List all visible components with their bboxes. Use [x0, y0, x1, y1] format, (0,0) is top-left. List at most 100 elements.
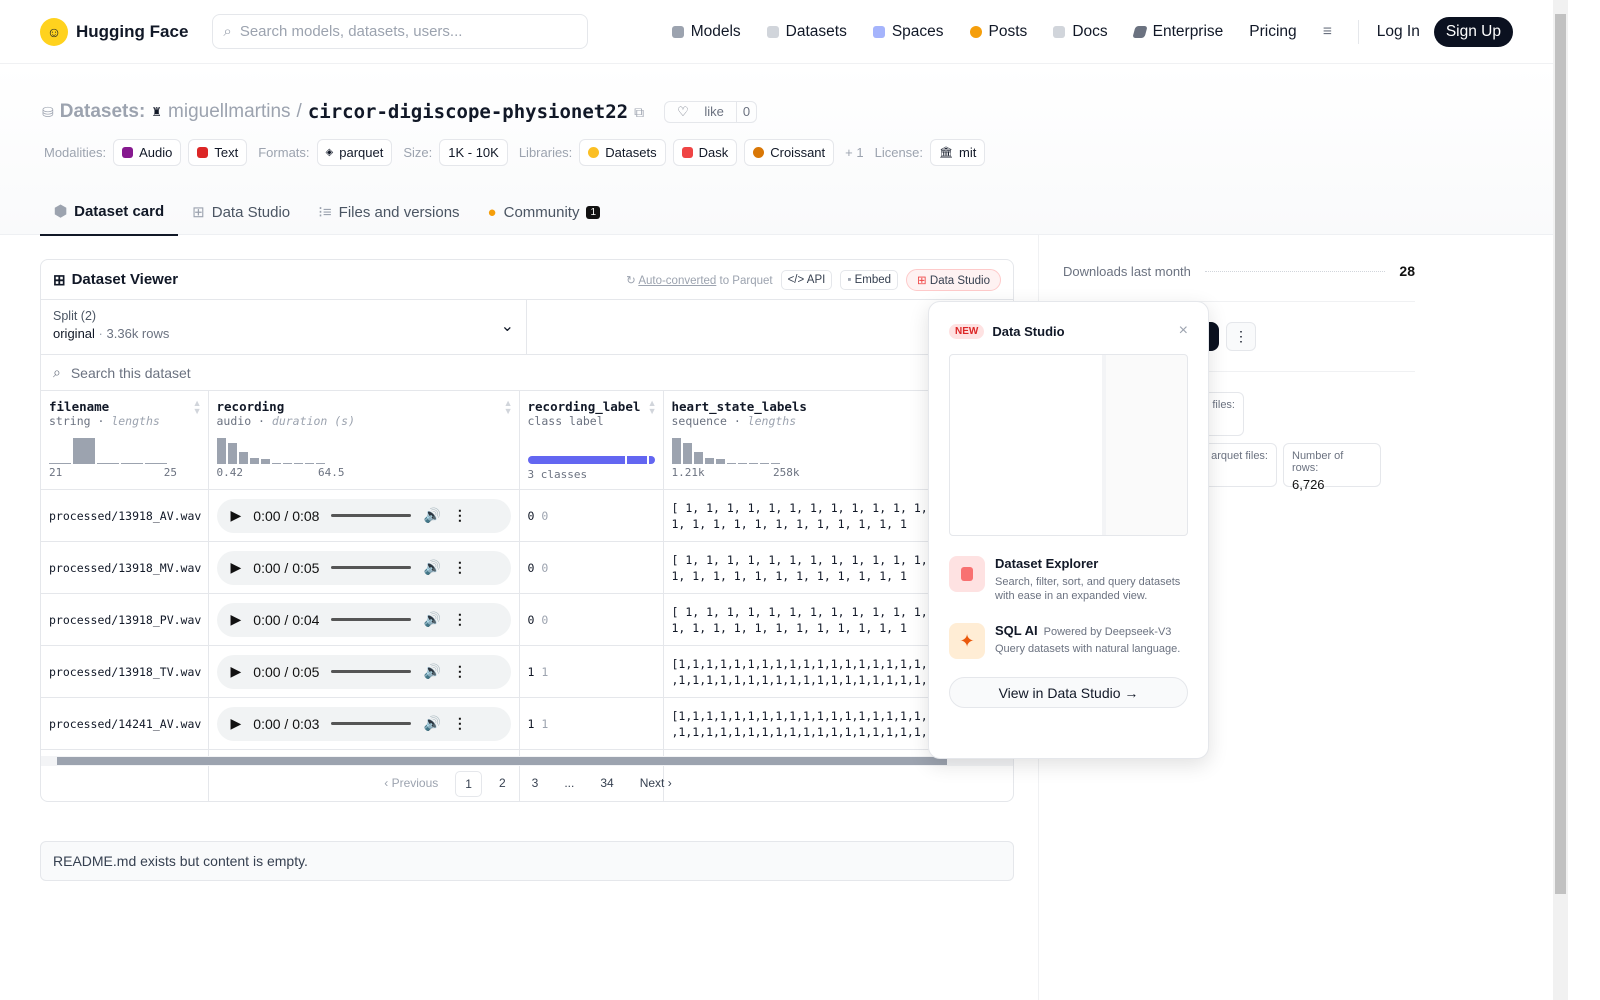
tab-data-studio[interactable]: ⊞ Data Studio	[178, 193, 304, 236]
tag-license[interactable]: 🏛 mit	[930, 139, 986, 166]
page-34[interactable]: 34	[591, 771, 622, 797]
nav-posts[interactable]: Posts	[969, 23, 1027, 41]
owner-link[interactable]: miguellmartins	[168, 101, 290, 123]
audio-player[interactable]: ▶ 0:00 / 0:04 🔊 ⋮	[216, 602, 511, 637]
brand-logo[interactable]: ☺ Hugging Face	[40, 17, 188, 46]
login-link[interactable]: Log In	[1377, 23, 1420, 41]
section-label[interactable]: Datasets:	[60, 101, 146, 123]
auto-converted-link[interactable]: Auto-converted	[638, 275, 716, 287]
histogram-bar[interactable]	[737, 462, 747, 464]
sort-icon[interactable]: ▲ ▼	[504, 399, 513, 416]
audio-progress[interactable]	[331, 670, 412, 673]
histogram-bar[interactable]	[715, 458, 725, 464]
data-studio-button[interactable]: ⊞ Data Studio	[906, 268, 1001, 291]
search-input[interactable]: ⌕ Search models, datasets, users...	[212, 14, 589, 49]
tab-dataset-card[interactable]: ⬢ Dataset card	[40, 193, 179, 236]
like-button[interactable]: ♡ like 0	[664, 101, 758, 123]
play-icon[interactable]: ▶	[231, 559, 242, 576]
page-scrollbar[interactable]	[1553, 0, 1568, 1000]
tag-size[interactable]: 1K - 10K	[439, 139, 508, 166]
sort-icon[interactable]: ▲ ▼	[648, 399, 657, 416]
histogram-bar[interactable]	[293, 462, 303, 464]
histogram-bar[interactable]	[748, 462, 758, 464]
play-icon[interactable]: ▶	[231, 611, 242, 628]
copy-icon[interactable]: ⧉	[634, 104, 644, 121]
histogram-bar[interactable]	[271, 462, 281, 464]
audio-progress[interactable]	[331, 566, 412, 569]
page-3[interactable]: 3	[523, 771, 548, 797]
more-libraries[interactable]: + 1	[845, 145, 863, 160]
horizontal-scrollbar[interactable]	[41, 756, 1013, 766]
dataset-search-input[interactable]: ⌕ Search this dataset	[41, 355, 1013, 391]
table-row[interactable]: processed/13918_PV.wav ▶ 0:00 / 0:04 🔊 ⋮ 0 …	[41, 593, 1013, 646]
histogram-bar[interactable]	[216, 438, 226, 464]
column-header-recording[interactable]: recording audio · duration (s) 0.42 64.5 ▲…	[208, 391, 520, 490]
histogram-bar[interactable]	[671, 438, 681, 464]
view-in-data-studio-button[interactable]: View in Data Studio →	[949, 677, 1188, 708]
more-icon[interactable]: ⋮	[453, 507, 467, 524]
scrollbar-thumb[interactable]	[1555, 14, 1566, 894]
histogram-bar[interactable]	[227, 443, 237, 464]
histogram-bar[interactable]	[682, 443, 692, 464]
tag-parquet[interactable]: ◈ parquet	[316, 139, 393, 166]
play-icon[interactable]: ▶	[231, 663, 242, 680]
histogram-bar[interactable]	[726, 462, 736, 464]
previous-button[interactable]: ‹ Previous	[375, 771, 447, 797]
play-icon[interactable]: ▶	[231, 715, 242, 732]
volume-icon[interactable]: 🔊	[423, 715, 440, 732]
audio-progress[interactable]	[331, 618, 412, 621]
histogram-bar[interactable]	[73, 438, 95, 464]
table-row[interactable]: processed/13918_MV.wav ▶ 0:00 / 0:05 🔊 ⋮ 0 …	[41, 541, 1013, 594]
audio-player[interactable]: ▶ 0:00 / 0:08 🔊 ⋮	[216, 498, 511, 533]
nav-docs[interactable]: Docs	[1053, 23, 1108, 41]
nav-datasets[interactable]: Datasets	[766, 23, 847, 41]
table-row[interactable]: processed/13918_TV.wav ▶ 0:00 / 0:05 🔊 ⋮ 1 …	[41, 645, 1013, 698]
audio-player[interactable]: ▶ 0:00 / 0:05 🔊 ⋮	[216, 550, 511, 585]
tag-audio[interactable]: Audio	[113, 139, 182, 166]
dataset-name[interactable]: circor-digiscope-physionet22	[308, 101, 628, 123]
histogram-bar[interactable]	[770, 462, 780, 464]
tab-files[interactable]: ⁝≡ Files and versions	[304, 193, 473, 236]
sort-icon[interactable]: ▲ ▼	[193, 399, 202, 416]
volume-icon[interactable]: 🔊	[423, 663, 440, 680]
histogram-bar[interactable]	[704, 457, 714, 464]
next-button[interactable]: Next ›	[631, 771, 681, 797]
class-distribution[interactable]	[527, 456, 655, 464]
nav-pricing[interactable]: Pricing	[1249, 23, 1296, 41]
volume-icon[interactable]: 🔊	[423, 507, 440, 524]
histogram-bar[interactable]	[249, 457, 259, 464]
nav-spaces[interactable]: Spaces	[872, 23, 944, 41]
histogram-bar[interactable]	[693, 452, 703, 464]
table-row[interactable]: processed/13918_AV.wav ▶ 0:00 / 0:08 🔊 ⋮ 0 …	[41, 489, 1013, 542]
histogram-bar[interactable]	[282, 462, 292, 464]
more-icon[interactable]: ⋮	[453, 611, 467, 628]
audio-progress[interactable]	[331, 514, 412, 517]
column-header-filename[interactable]: filename string · lengths 21 25 ▲ ▼	[41, 391, 209, 490]
audio-player[interactable]: ▶ 0:00 / 0:03 🔊 ⋮	[216, 706, 511, 741]
more-icon[interactable]: ⋮	[453, 663, 467, 680]
table-row[interactable]: processed/14241_AV.wav ▶ 0:00 / 0:03 🔊 ⋮ 1 …	[41, 697, 1013, 750]
page-1[interactable]: 1	[455, 771, 482, 797]
api-button[interactable]: </> API	[780, 269, 833, 290]
histogram-bar[interactable]	[759, 462, 769, 464]
histogram-bar[interactable]	[97, 462, 119, 464]
play-icon[interactable]: ▶	[231, 507, 242, 524]
tag-croissant[interactable]: Croissant	[744, 139, 835, 166]
tag-dask[interactable]: Dask	[672, 139, 738, 166]
histogram-bar[interactable]	[145, 462, 167, 464]
more-menu-icon[interactable]: ≡	[1323, 23, 1332, 41]
histogram-bar[interactable]	[260, 458, 270, 464]
histogram-bar[interactable]	[49, 462, 71, 464]
histogram-bar[interactable]	[315, 462, 325, 464]
embed-button[interactable]: ▪ Embed	[840, 269, 899, 290]
tag-datasets[interactable]: Datasets	[579, 139, 666, 166]
nav-enterprise[interactable]: Enterprise	[1132, 23, 1223, 41]
audio-progress[interactable]	[331, 722, 412, 725]
split-select[interactable]: Split (2) original · 3.36k rows ⌄	[41, 300, 527, 354]
histogram-bar[interactable]	[304, 462, 314, 464]
more-icon[interactable]: ⋮	[453, 715, 467, 732]
column-header-recording-label[interactable]: recording_label class label 3 classes ▲ ▼	[519, 391, 664, 490]
nav-models[interactable]: Models	[671, 23, 741, 41]
more-icon[interactable]: ⋮	[453, 559, 467, 576]
tag-text[interactable]: Text	[188, 139, 248, 166]
